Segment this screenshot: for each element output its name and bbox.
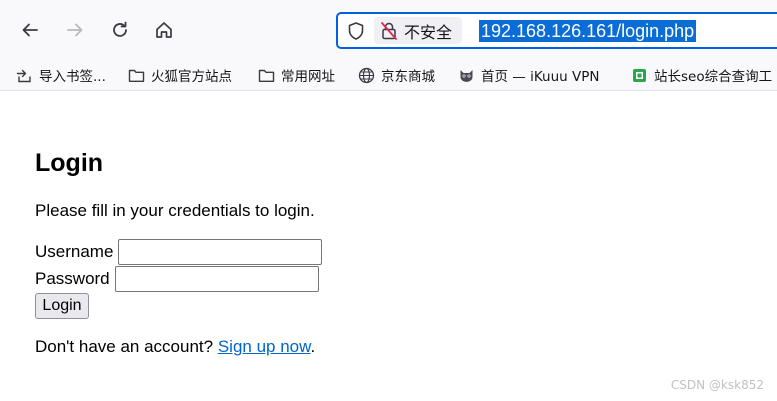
signup-suffix: . bbox=[310, 337, 316, 356]
lock-crossed-icon bbox=[381, 21, 397, 40]
reload-button[interactable] bbox=[105, 15, 135, 45]
signup-link[interactable]: Sign up now bbox=[218, 337, 311, 356]
bookmark-seo[interactable]: 站长seo综合查询工 bbox=[631, 64, 772, 86]
security-indicator[interactable]: 不安全 bbox=[374, 17, 463, 44]
bookmark-label: 火狐官方站点 bbox=[151, 69, 232, 85]
bookmarks-bar: 导入书签... 火狐官方站点 常用网址 京东商城 首页 — iKuuu VPN bbox=[0, 60, 777, 91]
page-description: Please fill in your credentials to login… bbox=[35, 201, 315, 220]
signup-line: Don't have an account? Sign up now. bbox=[35, 337, 315, 357]
bookmark-label: 导入书签... bbox=[39, 69, 106, 85]
security-label: 不安全 bbox=[404, 22, 453, 42]
url-text[interactable]: 192.168.126.161/login.php bbox=[479, 20, 697, 42]
password-label: Password bbox=[35, 269, 110, 288]
import-icon bbox=[16, 69, 31, 82]
bookmark-label: 京东商城 bbox=[381, 69, 435, 85]
password-row: Password bbox=[35, 266, 319, 292]
address-bar[interactable]: 不安全 192.168.126.161/login.php bbox=[336, 12, 777, 49]
bookmark-jd[interactable]: 京东商城 bbox=[358, 64, 435, 86]
home-button[interactable] bbox=[149, 15, 179, 45]
folder-icon bbox=[128, 69, 145, 82]
bookmark-common-sites[interactable]: 常用网址 bbox=[258, 64, 335, 86]
signup-prefix: Don't have an account? bbox=[35, 337, 214, 356]
back-button[interactable] bbox=[15, 15, 45, 45]
password-input[interactable] bbox=[114, 266, 319, 292]
forward-button[interactable] bbox=[60, 15, 90, 45]
home-icon bbox=[156, 22, 172, 38]
bookmark-import[interactable]: 导入书签... bbox=[16, 64, 106, 86]
bookmark-ikuuu[interactable]: 首页 — iKuuu VPN bbox=[458, 64, 599, 86]
arrow-left-icon bbox=[22, 23, 38, 37]
bookmark-label: 常用网址 bbox=[281, 69, 335, 85]
page-title: Login bbox=[35, 149, 104, 177]
globe-icon bbox=[358, 67, 375, 83]
reload-icon bbox=[113, 21, 127, 37]
username-input[interactable] bbox=[118, 239, 323, 265]
bookmark-label: 站长seo综合查询工 bbox=[654, 69, 773, 85]
seo-icon bbox=[633, 68, 646, 82]
bookmark-label: 首页 — iKuuu VPN bbox=[481, 69, 600, 85]
arrow-right-icon bbox=[67, 23, 83, 37]
login-button[interactable]: Login bbox=[35, 293, 89, 319]
folder-icon bbox=[258, 69, 275, 82]
bookmark-firefox-sites[interactable]: 火狐官方站点 bbox=[128, 64, 232, 86]
browser-toolbar: 不安全 192.168.126.161/login.php bbox=[0, 0, 777, 60]
shield-icon[interactable] bbox=[346, 21, 366, 41]
username-row: Username bbox=[35, 239, 323, 265]
watermark: CSDN @ksk852 bbox=[670, 378, 764, 392]
cat-icon bbox=[460, 69, 473, 82]
username-label: Username bbox=[35, 242, 114, 261]
